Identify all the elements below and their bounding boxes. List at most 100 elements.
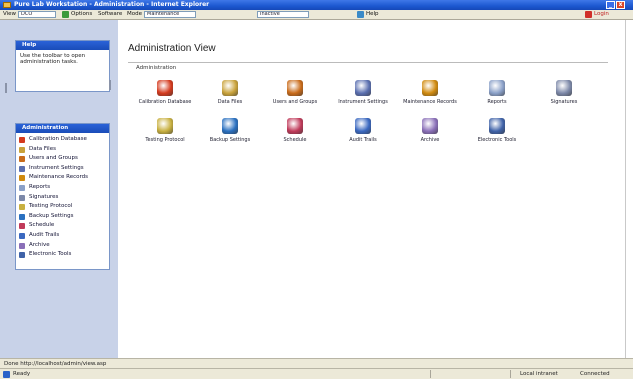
options-icon[interactable]	[62, 11, 69, 18]
folder-icon	[19, 146, 25, 153]
report-icon	[19, 184, 25, 191]
toolbar: View DCO Options Software Mode Maintenan…	[0, 10, 633, 20]
apple-icon	[19, 137, 25, 143]
section-label: Administration	[134, 65, 179, 71]
folder-icon	[222, 80, 238, 96]
minimize-button[interactable]: _	[606, 1, 615, 9]
admin-panel: Administration Calibration Database Data …	[15, 123, 110, 270]
tile-label: Signatures	[550, 99, 578, 105]
nav-item-label: Archive	[29, 241, 50, 248]
nav-item-label: Reports	[29, 183, 51, 190]
signature-icon	[19, 194, 25, 201]
app-icon	[3, 2, 11, 8]
apple-icon	[157, 80, 173, 96]
nav-item-label: Schedule	[29, 222, 55, 229]
admin-tile[interactable]: Maintenance Records	[395, 80, 465, 120]
tools-icon	[489, 118, 505, 134]
testing-icon	[19, 204, 25, 211]
admin-tile[interactable]: Backup Settings	[195, 118, 265, 158]
admin-tile[interactable]: Schedule	[260, 118, 330, 158]
login-icon[interactable]	[585, 11, 592, 18]
nav-item-label: Testing Protocol	[29, 203, 73, 210]
admin-tile[interactable]: Audit Trails	[328, 118, 398, 158]
help-icon[interactable]	[357, 11, 364, 18]
nav-item[interactable]: Data Files	[16, 145, 109, 155]
page-title: Administration View	[128, 43, 216, 54]
signature-icon	[556, 80, 572, 96]
report-icon	[489, 80, 505, 96]
nav-item[interactable]: Audit Trails	[16, 231, 109, 241]
close-button[interactable]: x	[616, 1, 625, 9]
users-icon	[19, 156, 25, 163]
admin-nav-list: Calibration Database Data Files Users and …	[16, 133, 109, 260]
nav-item[interactable]: Users and Groups	[16, 154, 109, 164]
status-ready: Ready	[13, 371, 31, 377]
users-icon	[287, 80, 303, 96]
status-zone: Local intranet	[520, 371, 558, 377]
help-button[interactable]: Help	[366, 11, 379, 18]
admin-tile[interactable]: Instrument Settings	[328, 80, 398, 120]
tile-label: Maintenance Records	[403, 99, 457, 105]
login-button[interactable]: Login	[594, 11, 609, 18]
nav-item[interactable]: Schedule	[16, 221, 109, 231]
archive-icon	[422, 118, 438, 134]
nav-item-label: Signatures	[29, 193, 59, 200]
status-divider	[510, 370, 511, 378]
nav-item-label: Users and Groups	[29, 155, 78, 162]
admin-panel-title: Administration	[16, 124, 109, 133]
maintenance-icon	[19, 175, 25, 182]
nav-item[interactable]: Signatures	[16, 193, 109, 203]
nav-item[interactable]: Backup Settings	[16, 212, 109, 222]
options-button[interactable]: Options	[71, 11, 92, 18]
audit-icon	[19, 232, 25, 239]
view-label: View	[3, 11, 17, 17]
admin-tile[interactable]: Electronic Tools	[462, 118, 532, 158]
status-bar-upper: Done http://localhost/admin/view.asp	[0, 358, 633, 368]
scrollbar[interactable]	[625, 20, 633, 358]
nav-item[interactable]: Electronic Tools	[16, 250, 109, 260]
nav-item[interactable]: Reports	[16, 183, 109, 193]
nav-item-label: Audit Trails	[29, 231, 60, 238]
nav-item-label: Electronic Tools	[29, 251, 72, 258]
maintenance-icon	[422, 80, 438, 96]
status-connection: Connected	[580, 371, 610, 377]
left-pane: Help Use the toolbar to open administrat…	[0, 20, 118, 358]
tile-label: Schedule	[283, 137, 307, 143]
admin-tile[interactable]: Data Files	[195, 80, 265, 120]
nav-item[interactable]: Instrument Settings	[16, 164, 109, 174]
admin-tile[interactable]: Users and Groups	[260, 80, 330, 120]
scroll-marker-right	[109, 80, 111, 90]
instrument-icon	[355, 80, 371, 96]
nav-item[interactable]: Calibration Database	[16, 135, 109, 145]
nav-item-label: Maintenance Records	[29, 174, 89, 181]
admin-tile[interactable]: Reports	[462, 80, 532, 120]
admin-tile[interactable]: Testing Protocol	[130, 118, 200, 158]
nav-item[interactable]: Maintenance Records	[16, 173, 109, 183]
tile-label: Data Files	[217, 99, 243, 105]
window-title: Pure Lab Workstation - Administration - …	[14, 1, 210, 8]
nav-item-label: Calibration Database	[29, 136, 87, 142]
tile-label: Audit Trails	[349, 137, 377, 143]
status-bar: Ready Local intranet Connected	[0, 368, 633, 379]
state-select[interactable]: Inactive	[257, 11, 309, 18]
nav-item[interactable]: Testing Protocol	[16, 202, 109, 212]
mode-label: Mode	[127, 11, 142, 17]
view-select[interactable]: DCO	[18, 11, 56, 18]
help-panel: Help Use the toolbar to open administrat…	[15, 40, 110, 92]
admin-tile[interactable]: Calibration Database	[130, 80, 200, 120]
admin-tile[interactable]: Archive	[395, 118, 465, 158]
tile-label: Backup Settings	[209, 137, 251, 143]
tile-label: Archive	[420, 137, 440, 143]
tools-icon	[19, 252, 25, 259]
help-panel-text: Use the toolbar to open administration t…	[20, 53, 86, 65]
mode-select[interactable]: Maintenance	[144, 11, 196, 18]
admin-tile[interactable]: Signatures	[529, 80, 599, 120]
software-button[interactable]: Software	[98, 11, 122, 18]
backup-icon	[222, 118, 238, 134]
status-url: Done http://localhost/admin/view.asp	[4, 361, 107, 367]
nav-item[interactable]: Archive	[16, 241, 109, 251]
audit-icon	[355, 118, 371, 134]
tile-label: Users and Groups	[272, 99, 318, 105]
status-divider	[430, 370, 431, 378]
scroll-marker-left	[5, 83, 7, 93]
